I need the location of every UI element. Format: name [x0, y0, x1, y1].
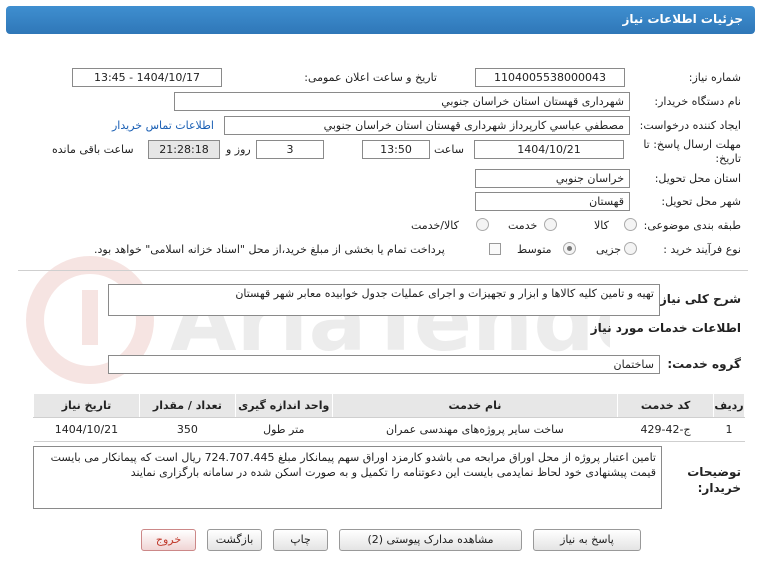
treasury-checkbox[interactable] — [489, 243, 501, 255]
cell-unit: متر طول — [235, 417, 333, 442]
category-label: طبقه بندی موضوعی: — [643, 219, 741, 232]
buyer-notes-field: تامین اعتبار پروژه از محل اوراق مرابحه م… — [33, 446, 662, 509]
divider — [18, 270, 748, 271]
buyer-notes-label: توضیحات — [687, 465, 741, 479]
cell-date: 1404/10/21 — [33, 417, 140, 442]
services-section-title: اطلاعات خدمات مورد نیاز — [590, 321, 741, 335]
category-radio-goods-service[interactable] — [476, 218, 489, 231]
time-label: ساعت — [434, 143, 464, 156]
summary-label: شرح کلی نیاز: — [655, 292, 741, 306]
cell-qty: 350 — [139, 417, 236, 442]
process-radio-minor[interactable] — [624, 242, 637, 255]
deadline-time-field: 13:50 — [362, 140, 430, 159]
city-label: شهر محل تحویل: — [661, 195, 741, 208]
province-label: استان محل تحویل: — [654, 172, 741, 185]
days-label: روز و — [226, 143, 251, 156]
announce-field: 1404/10/17 - 13:45 — [72, 68, 222, 87]
category-option-service: خدمت — [508, 219, 538, 232]
category-radio-goods[interactable] — [624, 218, 637, 231]
back-button[interactable]: بازگشت — [207, 529, 262, 551]
city-field: قهستان — [475, 192, 630, 211]
cell-code: ج-42-429 — [617, 417, 714, 442]
buyer-org-label: نام دستگاه خریدار: — [654, 95, 741, 108]
need-number-field: 1104005538000043 — [475, 68, 625, 87]
deadline-date-field: 1404/10/21 — [474, 140, 624, 159]
process-option-minor: جزیی — [596, 243, 622, 256]
category-radio-service[interactable] — [544, 218, 557, 231]
table-row: 1 ج-42-429 ساخت سایر پروژه‌های مهندسی عم… — [33, 417, 745, 442]
page-title: جزئیات اطلاعات نیاز — [6, 6, 755, 34]
creator-field: مصطفي عباسي کارپرداز شهرداری قهستان استا… — [224, 116, 630, 135]
deadline-label: مهلت ارسال پاسخ: تا — [643, 138, 741, 151]
category-option-goods-service: کالا/خدمت — [411, 219, 459, 232]
need-number-label: شماره نیاز: — [688, 71, 741, 84]
announce-label: تاریخ و ساعت اعلان عمومی: — [304, 71, 437, 84]
service-group-label: گروه خدمت: — [667, 357, 741, 371]
cell-row: 1 — [713, 417, 745, 442]
col-unit: واحد اندازه گیری — [234, 393, 333, 418]
exit-button[interactable]: خروج — [141, 529, 196, 551]
cell-name: ساخت سایر پروژه‌های مهندسی عمران — [332, 417, 618, 442]
remaining-label: ساعت باقی مانده — [52, 143, 134, 156]
reply-button[interactable]: پاسخ به نیاز — [533, 529, 641, 551]
treasury-payment-text: پرداخت تمام یا بخشی از مبلغ خرید،از محل … — [94, 243, 445, 256]
buyer-org-field: شهرداری قهستان استان خراسان جنوبي — [174, 92, 630, 111]
province-field: خراسان جنوبي — [475, 169, 630, 188]
process-option-medium: متوسط — [517, 243, 552, 256]
table-header-row: ردیف کد خدمت نام خدمت واحد اندازه گیری ت… — [33, 393, 745, 418]
process-radio-medium[interactable] — [563, 242, 576, 255]
buyer-notes-label-2: خریدار: — [697, 481, 741, 495]
services-table: ردیف کد خدمت نام خدمت واحد اندازه گیری ت… — [33, 393, 745, 442]
view-documents-button[interactable]: مشاهده مدارک پیوستی (2) — [339, 529, 522, 551]
service-group-field: ساختمان — [108, 355, 660, 374]
remaining-time-field: 21:28:18 — [148, 140, 220, 159]
deadline-label-2: تاریخ: — [715, 152, 741, 165]
col-qty: تعداد / مقدار — [138, 393, 236, 418]
col-code: کد خدمت — [617, 393, 715, 418]
creator-label: ایجاد کننده درخواست: — [639, 119, 741, 132]
col-date: تاریخ نیاز — [33, 393, 140, 418]
print-button[interactable]: چاپ — [273, 529, 328, 551]
summary-field: تهیه و تامین کلیه کالاها و ابزار و تجهیز… — [108, 284, 660, 316]
category-option-goods: کالا — [594, 219, 609, 232]
buyer-contact-link[interactable]: اطلاعات تماس خریدار — [112, 119, 214, 132]
col-name: نام خدمت — [331, 393, 619, 418]
days-field: 3 — [256, 140, 324, 159]
col-row: ردیف — [713, 393, 745, 418]
process-label: نوع فرآیند خرید : — [663, 243, 741, 256]
